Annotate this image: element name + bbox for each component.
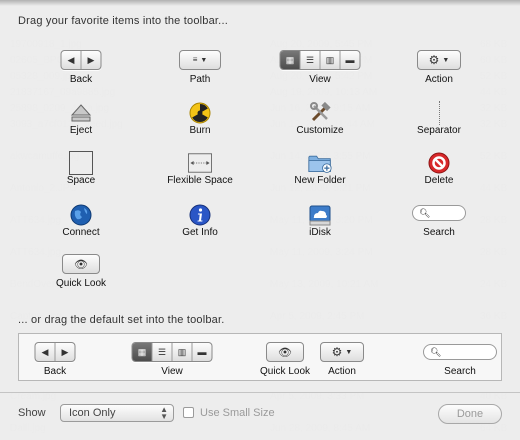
palette-heading: Drag your favorite items into the toolba… [18,15,228,27]
toolbar-item-label: Quick Look [55,278,107,289]
search-control: 🔍︎ [423,342,497,362]
default-item-view: ▦ ☰ ▥ ▬ View [122,342,222,377]
idisk-icon [308,203,332,227]
column-view-icon: ▥ [173,343,193,361]
toolbar-item-label: Separator [417,125,461,136]
toolbar-item-flexible-space[interactable]: Flexible Space [150,151,250,191]
toolbar-item-label: Get Info [182,227,218,238]
toolbar-item-label: Delete [424,175,454,186]
search-control: 🔍︎ [412,203,466,223]
toolbar-item-label: Search [423,227,455,238]
toolbar-item-label: Connect [62,227,100,238]
toolbar-item-label: View [309,74,331,85]
toolbar-item-new-folder[interactable]: New Folder [270,151,370,191]
toolbar-item-customize[interactable]: Customize [270,101,370,141]
toolbar-item-label: Flexible Space [167,175,233,186]
magnifier-icon: 🔍︎ [419,207,431,218]
eye-icon: 👁︎ [278,346,292,359]
toolbar-item-label: iDisk [309,227,331,238]
default-item-action: ⚙ ▼ Action [292,342,392,377]
default-item-search: 🔍︎ Search [410,342,510,377]
toolbar-item-label: Path [189,74,211,85]
magnifier-icon: 🔍︎ [430,346,442,357]
back-arrow-icon: ◀ [36,343,56,361]
toolbar-item-search[interactable]: 🔍︎ Search [389,203,489,243]
default-item-back: ◀ ▶ Back [5,342,105,377]
action-control: ⚙ ▼ [320,342,364,362]
view-control: ▦ ☰ ▥ ▬ [131,342,213,362]
default-set-heading: ... or drag the default set into the too… [18,314,225,326]
forward-arrow-icon: ▶ [87,54,95,65]
sheet-shadow [0,0,520,6]
back-arrow-icon: ◀ [62,51,82,69]
search-field: 🔍︎ [423,344,497,360]
toolbar-item-delete[interactable]: Delete [389,151,489,191]
toolbar-item-label: Action [425,74,453,85]
burn-icon [188,101,212,125]
space-icon [69,151,93,175]
eject-icon [69,101,93,125]
toolbar-item-back[interactable]: ◀ ▶ Back [31,50,131,90]
icon-view-icon: ▦ [280,51,301,69]
toolbar-item-view[interactable]: ▦ ☰ ▥ ▬ View [270,50,370,90]
default-item-label: View [161,366,183,377]
gear-icon: ⚙ [428,53,440,67]
default-toolbar-set[interactable]: ◀ ▶ Back ▦ ☰ ▥ ▬ View 👁︎ Quick Look ⚙ ▼ … [18,333,502,381]
icon-view-icon: ▦ [132,343,153,361]
toolbar-item-label: Back [69,74,93,85]
toolbar-item-label: Eject [69,125,93,136]
toolbar-item-get-info[interactable]: Get Info [150,203,250,243]
up-down-arrows-icon: ▲ ▼ [160,405,168,421]
done-button[interactable]: Done [438,404,502,424]
coverflow-view-icon: ▬ [197,347,207,357]
show-popup-value: Icon Only [69,407,116,419]
default-item-label: Back [43,366,67,377]
tools-icon [308,101,332,125]
path-control: ≡ ▼ [179,50,221,70]
toolbar-item-idisk[interactable]: iDisk [270,203,370,243]
use-small-size-label: Use Small Size [200,407,275,419]
toolbar-item-connect[interactable]: Connect [31,203,131,243]
new-folder-icon [308,151,332,175]
forward-arrow-icon: ▶ [61,346,69,357]
flexible-space-icon [188,151,212,175]
chevron-down-icon: ▼ [442,56,450,64]
default-item-label: Search [444,366,476,377]
toolbar-item-label: Customize [296,125,344,136]
chevron-down-icon: ▼ [345,348,353,356]
default-item-label: Action [328,366,356,377]
action-control: ⚙ ▼ [417,50,461,70]
back-forward-control: ◀ ▶ [60,50,102,70]
footer-divider [0,392,520,393]
toolbar-item-path[interactable]: ≡ ▼ Path [150,50,250,90]
toolbar-item-label: Space [66,175,96,186]
separator-icon [427,101,451,125]
path-list-icon: ≡ [192,55,198,64]
quick-look-control: 👁︎ [62,254,100,274]
chevron-down-icon: ▼ [200,56,208,64]
coverflow-view-icon: ▬ [345,55,355,65]
column-view-icon: ▥ [321,51,341,69]
toolbar-item-action[interactable]: ⚙ ▼ Action [389,50,489,90]
toolbar-item-space[interactable]: Space [31,151,131,191]
show-label: Show [18,407,46,419]
list-view-icon: ☰ [153,343,173,361]
eye-icon: 👁︎ [74,258,88,271]
toolbar-item-label: New Folder [294,175,346,186]
gear-icon: ⚙ [331,345,343,359]
toolbar-item-eject[interactable]: Eject [31,101,131,141]
toolbar-item-quick-look[interactable]: 👁︎ Quick Look [31,254,131,294]
list-view-icon: ☰ [301,51,321,69]
info-icon [188,203,212,227]
view-control: ▦ ☰ ▥ ▬ [279,50,361,70]
toolbar-item-burn[interactable]: Burn [150,101,250,141]
use-small-size-checkbox[interactable] [183,407,194,418]
search-field: 🔍︎ [412,205,466,221]
toolbar-item-separator[interactable]: Separator [389,101,489,141]
delete-icon [427,151,451,175]
globe-icon [69,203,93,227]
toolbar-item-label: Burn [189,125,211,136]
show-popup[interactable]: Icon Only ▲ ▼ [60,404,174,422]
back-forward-control: ◀ ▶ [34,342,76,362]
